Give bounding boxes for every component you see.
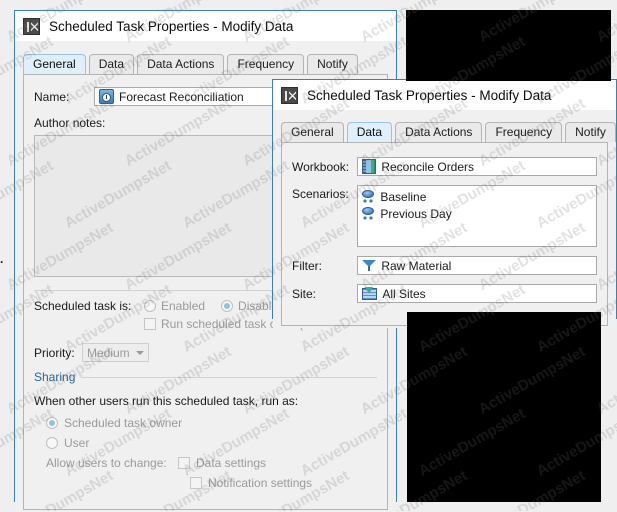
priority-row: Priority: Medium <box>34 343 377 362</box>
filter-label: Filter: <box>292 259 357 273</box>
owner-radio-row: Scheduled task owner <box>46 416 377 430</box>
workbook-label: Workbook: <box>292 160 357 174</box>
scenario-label: Previous Day <box>380 207 451 221</box>
redaction-block-top <box>406 10 611 81</box>
scenarios-listbox[interactable]: Baseline Previous Day <box>357 185 597 247</box>
scheduled-task-properties-dialog-data[interactable]: Scheduled Task Properties - Modify Data … <box>272 79 617 319</box>
tabpanel-data: Workbook: Reconcile Orders Scenarios: Ba… <box>281 142 608 326</box>
filter-input[interactable]: Raw Material <box>357 256 597 275</box>
scenario-label: Baseline <box>380 190 426 204</box>
tab-notify[interactable]: Notify <box>565 122 616 142</box>
filter-row: Filter: Raw Material <box>292 256 597 275</box>
tabstrip-general: General Data Data Actions Frequency Noti… <box>15 52 396 74</box>
site-label: Site: <box>292 287 357 301</box>
tab-general[interactable]: General <box>281 122 344 142</box>
tab-frequency[interactable]: Frequency <box>227 54 304 74</box>
enabled-label: Enabled <box>161 299 205 313</box>
data-settings-checkbox[interactable] <box>178 457 190 469</box>
scenario-icon <box>361 206 375 221</box>
sharing-group-label: Sharing <box>34 370 75 384</box>
run-as-label: When other users run this scheduled task… <box>34 394 377 408</box>
workbook-icon <box>362 159 376 174</box>
allow-users-to-change-label: Allow users to change: <box>46 456 178 470</box>
author-notes-textarea[interactable] <box>34 135 280 277</box>
tab-notify[interactable]: Notify <box>307 54 358 74</box>
workbook-row: Workbook: Reconcile Orders <box>292 157 597 176</box>
allow-change-row: Allow users to change: Data settings <box>46 456 377 470</box>
notification-settings-checkbox[interactable] <box>190 477 202 489</box>
site-icon <box>362 286 377 301</box>
clipped-text-fragment: . <box>0 252 8 266</box>
dialog-title-general: Scheduled Task Properties - Modify Data <box>49 19 293 34</box>
tab-data-actions[interactable]: Data Actions <box>395 122 482 142</box>
scenarios-label: Scenarios: <box>292 185 357 201</box>
run-once-checkbox[interactable] <box>144 318 156 330</box>
clock-icon <box>99 89 114 104</box>
dialog-title-bar-general[interactable]: Scheduled Task Properties - Modify Data <box>15 11 396 41</box>
task-app-icon <box>23 18 40 35</box>
disabled-radio[interactable] <box>221 300 233 312</box>
sharing-group-header: Sharing <box>34 370 377 384</box>
tab-data-actions[interactable]: Data Actions <box>137 54 224 74</box>
tab-data[interactable]: Data <box>347 122 392 142</box>
priority-select[interactable]: Medium <box>82 343 149 362</box>
chevron-down-icon <box>136 351 144 355</box>
scenario-icon <box>361 189 375 204</box>
site-value: All Sites <box>382 287 425 301</box>
tab-data[interactable]: Data <box>89 54 134 74</box>
general-separator <box>34 290 282 291</box>
sharing-group-rule <box>81 377 377 378</box>
user-radio[interactable] <box>46 437 58 449</box>
scenarios-row: Scenarios: Baseline Previous Day <box>292 185 597 247</box>
workbook-input[interactable]: Reconcile Orders <box>357 157 597 176</box>
site-row: Site: All Sites <box>292 284 597 303</box>
priority-value: Medium <box>87 346 130 360</box>
data-settings-label: Data settings <box>196 456 266 470</box>
scheduled-task-owner-radio[interactable] <box>46 417 58 429</box>
user-radio-row: User <box>46 436 377 450</box>
list-item[interactable]: Baseline <box>361 188 593 205</box>
priority-label: Priority: <box>34 346 82 360</box>
filter-funnel-icon <box>362 258 376 273</box>
site-input[interactable]: All Sites <box>357 284 597 303</box>
tab-general[interactable]: General <box>23 54 86 74</box>
task-app-icon <box>281 87 298 104</box>
notification-settings-label: Notification settings <box>208 476 312 490</box>
redaction-block-bottom <box>407 312 601 502</box>
enabled-radio[interactable] <box>144 300 156 312</box>
dialog-body-data: General Data Data Actions Frequency Noti… <box>273 120 616 328</box>
name-value: Forecast Reconciliation <box>119 90 244 104</box>
scheduled-task-owner-label: Scheduled task owner <box>64 416 182 430</box>
dialog-title-data: Scheduled Task Properties - Modify Data <box>307 88 551 103</box>
tab-frequency[interactable]: Frequency <box>485 122 562 142</box>
user-label: User <box>64 436 89 450</box>
workbook-value: Reconcile Orders <box>381 160 474 174</box>
dialog-title-bar-data[interactable]: Scheduled Task Properties - Modify Data <box>273 80 616 110</box>
tabstrip-data: General Data Data Actions Frequency Noti… <box>273 120 616 142</box>
list-item[interactable]: Previous Day <box>361 205 593 222</box>
filter-value: Raw Material <box>381 259 451 273</box>
scheduled-task-is-label: Scheduled task is: <box>34 299 144 313</box>
name-label: Name: <box>34 90 94 104</box>
notification-settings-row: Notification settings <box>190 476 377 490</box>
